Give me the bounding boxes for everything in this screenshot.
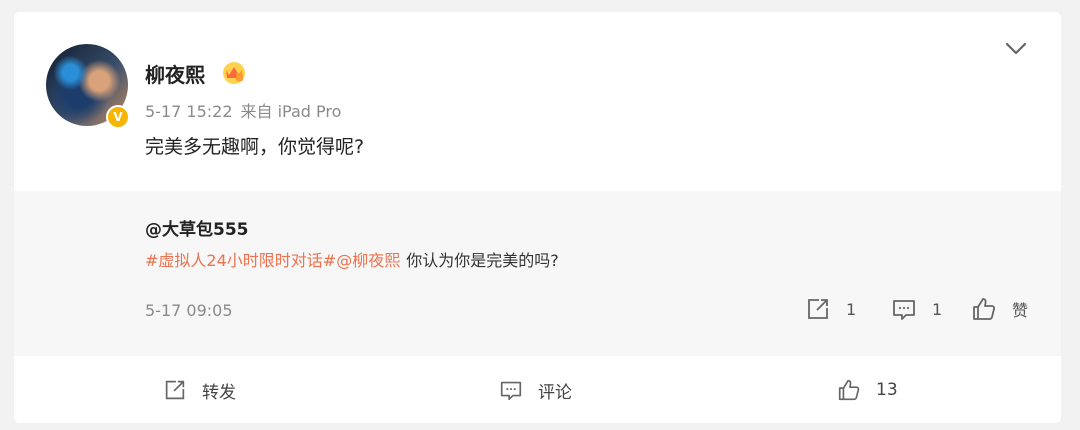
thumbs-up-icon [973, 298, 996, 320]
topic-link[interactable]: #虚拟人24小时限时对话# [145, 251, 336, 270]
repost-comment-count: 1 [932, 299, 943, 319]
repost-author[interactable]: @大草包555 [145, 215, 249, 240]
verified-badge-icon: V [106, 105, 130, 129]
chevron-down-icon[interactable] [1004, 40, 1028, 58]
like-button[interactable]: 13 [836, 377, 898, 403]
repost-share-count: 1 [846, 299, 857, 319]
repost-button-label: 转发 [202, 382, 236, 403]
repost-timestamp[interactable]: 5-17 09:05 [145, 301, 233, 320]
comment-icon [500, 381, 522, 401]
share-icon [808, 299, 828, 319]
crown-icon [223, 62, 245, 84]
comment-button[interactable]: 评论 [498, 377, 572, 403]
repost-like-label: 赞 [1012, 301, 1029, 320]
repost-share-button[interactable]: 1 [804, 295, 856, 323]
post-timestamp[interactable]: 5-17 15:22 [145, 102, 233, 121]
post-meta: 5-17 15:22 来自 iPad Pro [145, 98, 341, 122]
mention-link[interactable]: @柳夜熙 [336, 251, 400, 270]
repost-text: 你认为你是完美的吗? [406, 251, 559, 270]
post-text: 完美多无趣啊，你觉得呢? [145, 136, 365, 158]
repost-like-button[interactable]: 赞 [970, 295, 1028, 323]
repost-button[interactable]: 转发 [162, 377, 236, 403]
weibo-post-card: V 柳夜熙 5-17 15:22 来自 iPad Pro 完美多无趣啊，你觉得呢?… [14, 12, 1061, 423]
repost-comment-button[interactable]: 1 [890, 295, 942, 323]
comment-button-label: 评论 [538, 382, 572, 403]
comment-icon [893, 300, 915, 320]
post-username[interactable]: 柳夜熙 [145, 59, 205, 88]
thumbs-up-icon [838, 379, 860, 401]
share-icon [165, 380, 185, 400]
repost-text-line: #虚拟人24小时限时对话#@柳夜熙 你认为你是完美的吗? [145, 247, 559, 271]
like-count: 13 [876, 380, 898, 400]
post-source: 来自 iPad Pro [240, 102, 342, 121]
repost-block[interactable]: @大草包555 #虚拟人24小时限时对话#@柳夜熙 你认为你是完美的吗? 5-17… [14, 191, 1061, 356]
